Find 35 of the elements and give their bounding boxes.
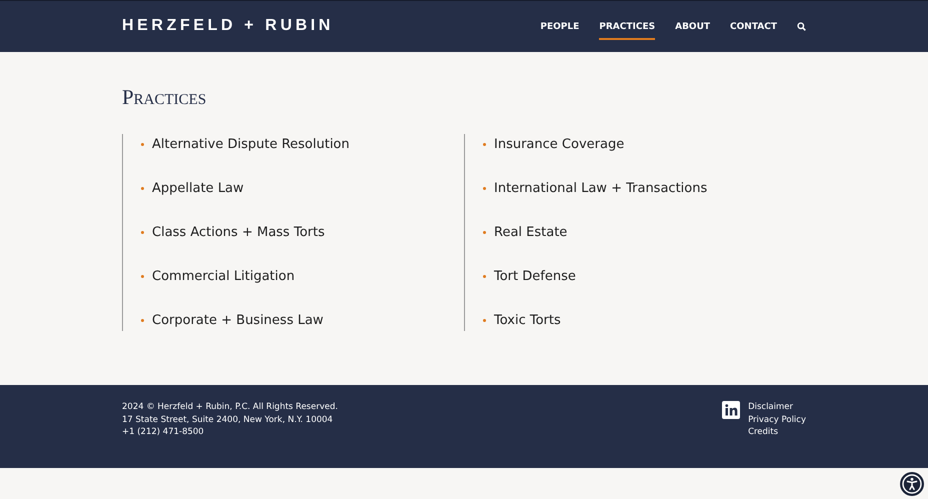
bullet-icon	[141, 143, 144, 146]
bullet-icon	[483, 143, 486, 146]
practice-link[interactable]: Real Estate	[494, 225, 568, 240]
bullet-icon	[141, 187, 144, 190]
bullet-icon	[483, 319, 486, 322]
bullet-icon	[483, 275, 486, 278]
nav-link[interactable]: CONTACT	[730, 14, 777, 40]
bullet-icon	[483, 231, 486, 234]
footer-link[interactable]: Credits	[748, 426, 806, 440]
page-heading: Practices	[122, 85, 208, 110]
nav-link[interactable]: PRACTICES	[599, 14, 656, 40]
bullet-icon	[141, 275, 144, 278]
search-icon[interactable]	[797, 22, 806, 31]
practice-link[interactable]: Appellate Law	[152, 181, 244, 196]
practice-link[interactable]: Corporate + Business Law	[152, 313, 324, 328]
nav-link[interactable]: PEOPLE	[540, 14, 580, 40]
accessibility-icon[interactable]	[900, 472, 924, 496]
practice-link[interactable]: Tort Defense	[494, 269, 576, 284]
linkedin-icon[interactable]	[722, 401, 740, 419]
footer-text: 2024 © Herzfeld + Rubin, P.C. All Rights Reserved.	[122, 401, 338, 414]
logo[interactable]: HERZFELD + RUBIN	[122, 16, 334, 34]
practice-link[interactable]: Class Actions + Mass Torts	[152, 225, 325, 240]
nav-link[interactable]: ABOUT	[675, 14, 710, 40]
bullet-icon	[483, 187, 486, 190]
footer-link[interactable]: Privacy Policy	[748, 414, 806, 426]
practice-link[interactable]: Insurance Coverage	[494, 137, 624, 152]
practice-link[interactable]: International Law + Transactions	[494, 181, 708, 196]
bullet-icon	[141, 231, 144, 234]
practice-link[interactable]: Commercial Litigation	[152, 269, 295, 284]
footer-text: +1 (212) 471-8500	[122, 426, 205, 440]
practice-link[interactable]: Toxic Torts	[494, 313, 561, 328]
practice-link[interactable]: Alternative Dispute Resolution	[152, 137, 350, 152]
footer-link[interactable]: Disclaimer	[748, 401, 806, 414]
bullet-icon	[141, 319, 144, 322]
footer-text: 17 State Street, Suite 2400, New York, N.Y. 10004	[122, 414, 334, 426]
